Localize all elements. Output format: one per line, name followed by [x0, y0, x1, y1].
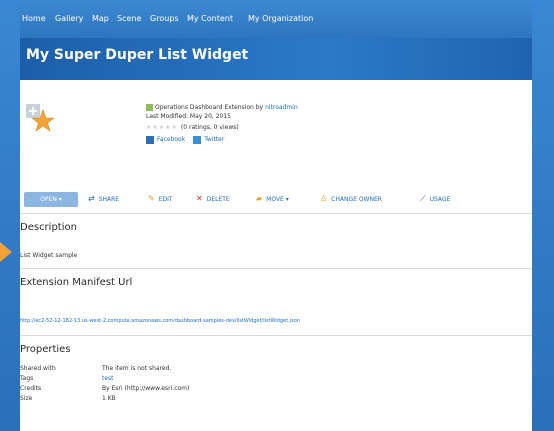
- nav-groups[interactable]: Groups: [150, 14, 179, 23]
- manifest-heading: Extension Manifest Url: [20, 277, 133, 288]
- edit-label: EDIT: [158, 195, 173, 203]
- extension-type-icon: [146, 104, 153, 111]
- nav-scene[interactable]: Scene: [117, 14, 141, 23]
- property-row-size: Size 1 KB: [20, 395, 532, 405]
- share-icon: ⇄: [88, 194, 95, 203]
- delete-label: DELETE: [206, 195, 230, 203]
- property-key: Shared with: [20, 365, 56, 372]
- properties-table: Shared with The item is not shared. Tags…: [20, 365, 532, 405]
- nav-gallery[interactable]: Gallery: [55, 14, 84, 23]
- description-text: List Widget sample: [20, 252, 78, 259]
- nav-map[interactable]: Map: [92, 14, 109, 23]
- move-label: MOVE ▾: [266, 195, 289, 203]
- description-heading: Description: [20, 222, 77, 233]
- share-label: SHARE: [98, 195, 120, 203]
- item-thumbnail: [26, 104, 54, 132]
- item-toolbar: OPEN ▾ ⇄ SHARE ✎ EDIT ✕ DELETE ▰ MOVE ▾ …: [20, 190, 532, 208]
- facebook-icon[interactable]: [146, 135, 154, 144]
- twitter-icon[interactable]: [193, 135, 202, 144]
- move-button[interactable]: ▰ MOVE ▾: [256, 195, 289, 203]
- item-type-text: Operations Dashboard Extension by: [155, 104, 264, 111]
- twitter-share-link[interactable]: Twitter: [204, 135, 224, 144]
- ratings-count: (0 ratings, 0 views): [180, 124, 239, 131]
- facebook-share-link[interactable]: Facebook: [157, 135, 185, 144]
- right-background: [532, 0, 554, 431]
- left-panel-tab[interactable]: [0, 242, 12, 262]
- property-key: Tags: [20, 375, 34, 382]
- page-title: My Super Duper List Widget: [26, 47, 249, 63]
- property-value: The item is not shared.: [102, 365, 172, 372]
- last-modified: Last Modified: May 20, 2015: [146, 113, 231, 120]
- property-key: Credits: [20, 385, 42, 392]
- change-owner-button[interactable]: ♙ CHANGE OWNER: [320, 195, 382, 203]
- usage-button[interactable]: ⟋ USAGE: [420, 195, 450, 203]
- page-header: My Super Duper List Widget: [20, 38, 532, 80]
- nav-my-organization[interactable]: My Organization: [248, 14, 313, 23]
- item-details-panel: Operations Dashboard Extension by nitroa…: [20, 80, 532, 431]
- edit-button[interactable]: ✎ EDIT: [148, 195, 173, 203]
- delete-button[interactable]: ✕ DELETE: [196, 195, 230, 203]
- property-value: 1 KB: [102, 395, 116, 402]
- property-key: Size: [20, 395, 33, 402]
- folder-icon: ▰: [256, 194, 263, 203]
- rating-stars-icon[interactable]: ★★★★★: [146, 123, 178, 132]
- top-navigation: Home Gallery Map Scene Groups My Content…: [20, 0, 532, 38]
- divider: [20, 213, 532, 214]
- usage-chart-icon: ⟋: [420, 194, 426, 203]
- pencil-icon: ✎: [148, 194, 155, 203]
- tag-link[interactable]: test: [102, 375, 114, 382]
- change-owner-label: CHANGE OWNER: [331, 195, 382, 203]
- delete-x-icon: ✕: [196, 194, 203, 203]
- share-button[interactable]: ⇄ SHARE: [88, 195, 119, 203]
- usage-label: USAGE: [429, 195, 451, 203]
- open-button[interactable]: OPEN ▾: [24, 192, 78, 207]
- divider: [20, 335, 532, 336]
- item-metadata: Operations Dashboard Extension by nitroa…: [146, 103, 298, 144]
- properties-heading: Properties: [20, 344, 71, 355]
- owner-icon: ♙: [320, 194, 328, 203]
- left-background: [0, 0, 20, 431]
- nav-home[interactable]: Home: [22, 14, 46, 23]
- owner-link[interactable]: nitroadmin: [265, 103, 298, 112]
- divider: [20, 268, 532, 269]
- nav-my-content[interactable]: My Content: [187, 14, 233, 23]
- property-row-shared: Shared with The item is not shared.: [20, 365, 532, 375]
- property-row-tags: Tags test: [20, 375, 532, 385]
- property-row-credits: Credits By Esri (http://www.esri.com): [20, 385, 532, 395]
- property-value: By Esri (http://www.esri.com): [102, 385, 190, 392]
- manifest-url-link[interactable]: http://ec2-52-12-182-13.us-west-2.comput…: [20, 318, 300, 324]
